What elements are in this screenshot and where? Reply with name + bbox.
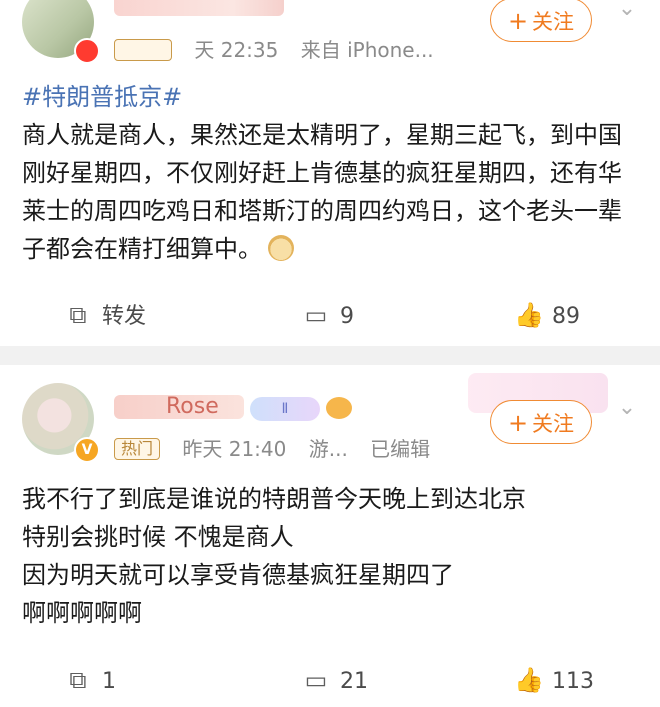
post-content: #特朗普抵京# 商人就是商人，果然还是太精明了，星期三起飞，到中国刚好星期四，不… xyxy=(22,78,642,268)
post-time: 天 22:35 xyxy=(194,38,279,62)
post-source[interactable]: 来自 iPhone... xyxy=(301,38,434,62)
username-text: Rose xyxy=(166,395,219,419)
like-icon: 👍 xyxy=(514,301,544,329)
membership-flair: Ⅱ xyxy=(250,397,320,421)
follow-button[interactable]: + 关注 xyxy=(490,400,592,444)
hot-tag: 热门 xyxy=(114,438,161,460)
comment-button[interactable]: ▭ 9 xyxy=(302,290,354,340)
weibo-post-1: 热门 天 22:35 来自 iPhone... +关注 ⌄ #特朗普抵京# 商人… xyxy=(0,0,660,346)
doge-emoji-icon xyxy=(268,235,294,261)
username-blurred[interactable] xyxy=(114,0,284,16)
weibo-post-2: V Rose Ⅱ 热门 昨天 21:40 游... 已编辑 + 关注 ⌄ 我不行了… xyxy=(0,365,660,694)
action-bar: ⧉ 转发 ▭ 9 👍 89 xyxy=(0,290,660,340)
post-meta: 热门 天 22:35 来自 iPhone... xyxy=(114,34,450,63)
comment-count: 9 xyxy=(340,304,354,329)
post-source[interactable]: 游... xyxy=(309,437,348,461)
action-bar: ⧉ 1 ▭ 21 👍 113 xyxy=(0,655,660,705)
post-time: 昨天 21:40 xyxy=(182,437,287,461)
follow-button[interactable]: + 关注 xyxy=(490,0,592,42)
comment-button[interactable]: ▭ 21 xyxy=(302,655,368,705)
like-button[interactable]: 👍 89 xyxy=(514,290,580,340)
like-count: 89 xyxy=(552,304,580,329)
share-button[interactable]: ⧉ 1 xyxy=(64,655,116,705)
edited-label: 已编辑 xyxy=(370,437,431,461)
post-separator xyxy=(0,346,660,365)
flair-text: Ⅱ xyxy=(281,401,289,417)
plus-icon: + xyxy=(507,409,529,437)
like-count: 113 xyxy=(552,669,594,694)
comment-icon: ▭ xyxy=(304,666,328,694)
chevron-down-icon[interactable]: ⌄ xyxy=(612,393,642,423)
comment-icon: ▭ xyxy=(304,301,328,329)
post-line: 因为明天就可以享受肯德基疯狂星期四了 xyxy=(22,561,454,589)
chevron-down-icon[interactable]: ⌄ xyxy=(612,0,642,24)
post-line: 我不行了到底是谁说的特朗普今天晚上到达北京 xyxy=(22,485,526,513)
share-icon: ⧉ xyxy=(69,301,87,329)
like-icon: 👍 xyxy=(514,666,544,694)
verified-badge xyxy=(74,38,100,64)
follow-label: 关注 xyxy=(532,412,575,436)
hashtag-link[interactable]: #特朗普抵京# xyxy=(22,78,642,116)
share-icon: ⧉ xyxy=(69,666,87,694)
verified-badge: V xyxy=(74,437,100,463)
post-meta: 热门 昨天 21:40 游... 已编辑 xyxy=(114,433,446,462)
like-button[interactable]: 👍 113 xyxy=(514,655,594,705)
post-content: 我不行了到底是谁说的特朗普今天晚上到达北京 特别会挑时候 不愧是商人 因为明天就… xyxy=(22,480,642,632)
post-text: 商人就是商人，果然还是太精明了，星期三起飞，到中国刚好星期四，不仅刚好赶上肯德基… xyxy=(22,121,622,263)
share-count: 1 xyxy=(102,669,116,694)
follow-label: 关注 xyxy=(532,10,575,34)
comment-count: 21 xyxy=(340,669,368,694)
plus-icon: + xyxy=(507,7,529,35)
username[interactable]: Rose xyxy=(114,395,244,419)
hot-tag: 热门 xyxy=(114,39,172,61)
post-line: 特别会挑时候 不愧是商人 xyxy=(22,523,294,551)
puffer-fish-icon xyxy=(326,397,352,419)
share-label: 转发 xyxy=(102,304,147,329)
share-button[interactable]: ⧉ 转发 xyxy=(64,290,146,340)
post-line: 啊啊啊啊啊 xyxy=(22,599,142,627)
